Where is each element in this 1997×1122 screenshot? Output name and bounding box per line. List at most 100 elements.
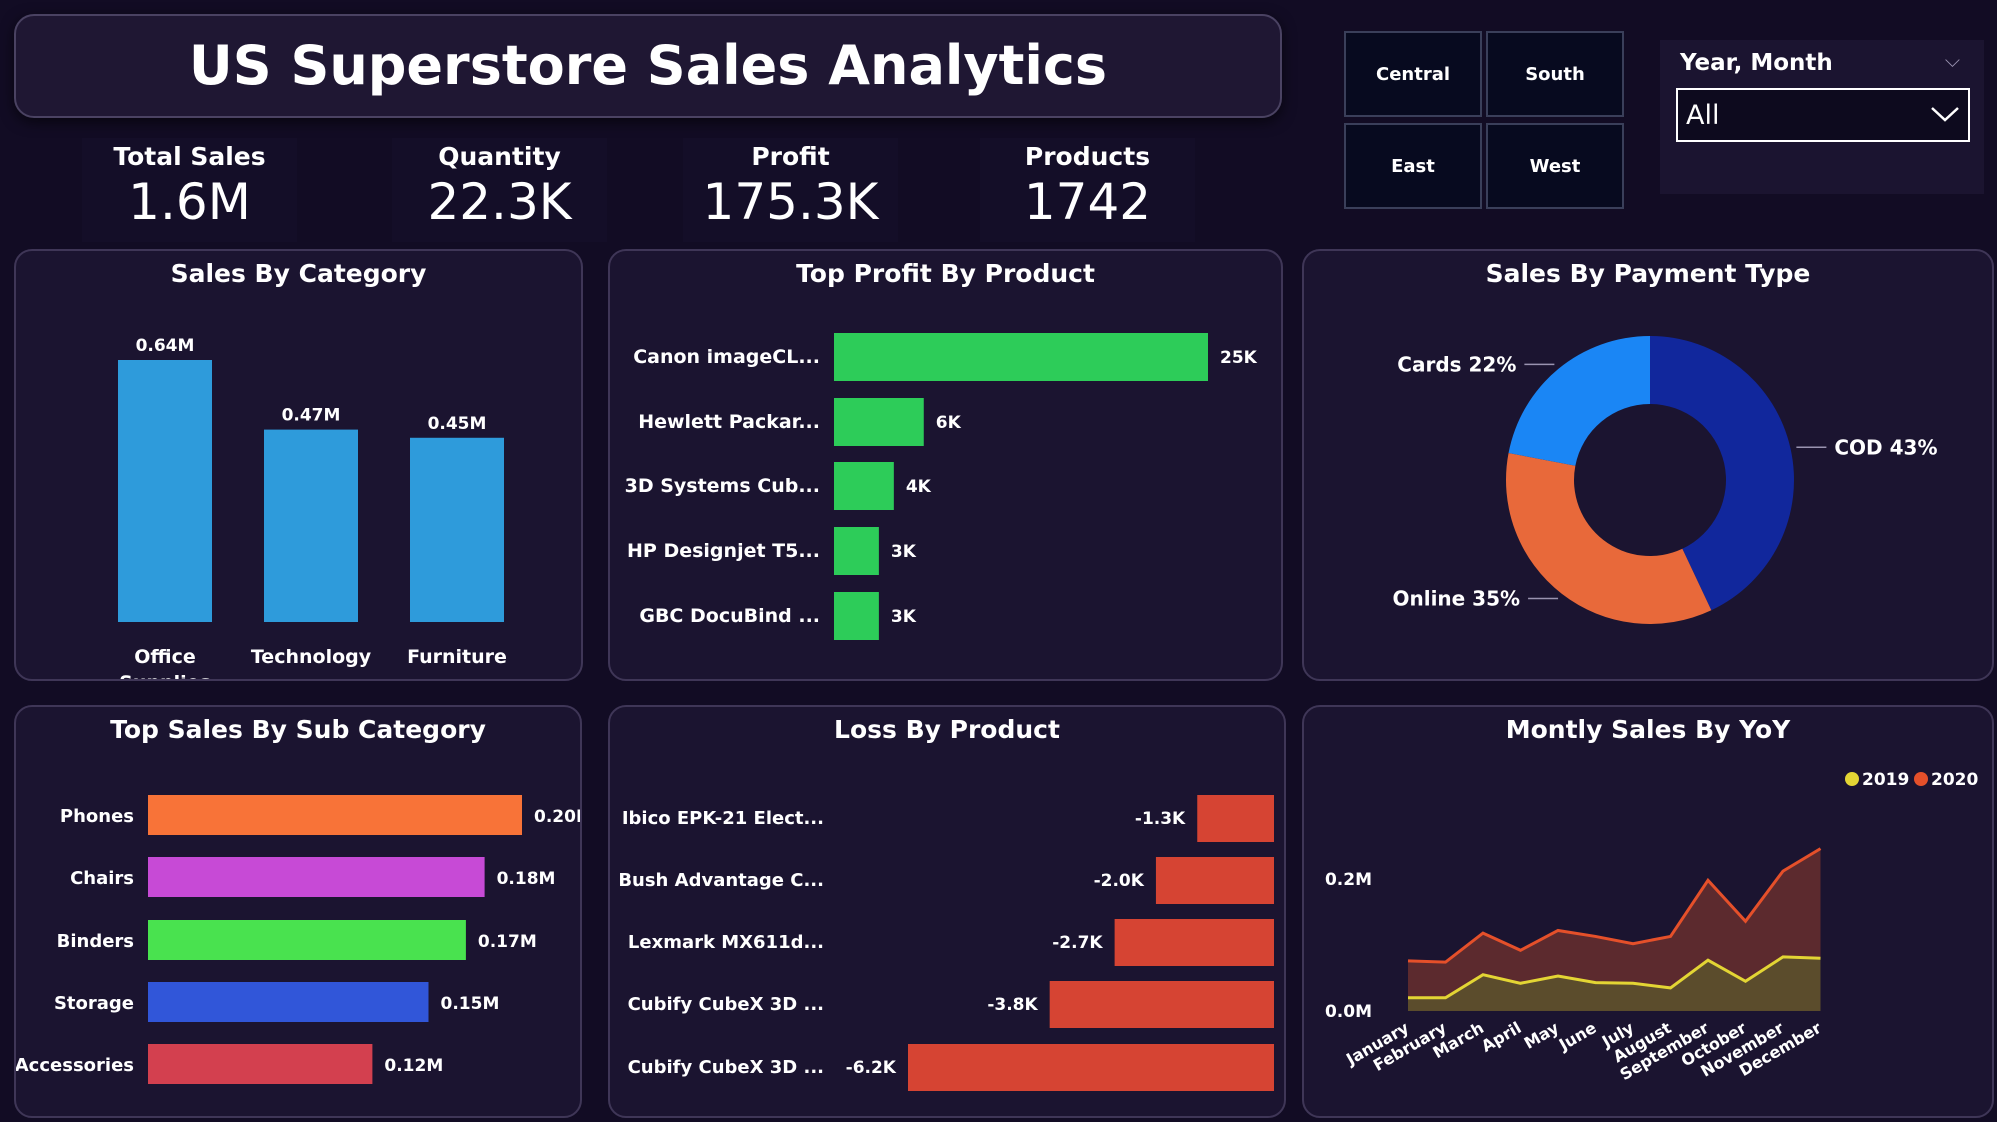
kpi-value: 22.3K: [427, 173, 572, 231]
sales-by-payment-type-panel: Sales By Payment Type COD 43% Online 35% C…: [1302, 249, 1994, 681]
category-axis-label: Technology: [251, 646, 372, 668]
dashboard-title-box: US Superstore Sales Analytics: [14, 14, 1282, 118]
bar-value-label: 0.64M: [136, 336, 195, 356]
slice-label: COD 43%: [1834, 435, 1937, 459]
x-axis-tick-label: April: [1478, 1018, 1524, 1056]
kpi-label: Quantity: [438, 142, 561, 171]
sales-by-payment-type-chart: COD 43% Online 35% Cards 22%: [1392, 336, 1938, 624]
profit-bar: [834, 333, 1208, 381]
bar-value-label: 3K: [891, 542, 917, 562]
region-button-south[interactable]: South: [1486, 31, 1624, 117]
bar-value-label: 0.15M: [441, 994, 500, 1014]
kpi-products: Products 1742: [980, 138, 1195, 242]
kpi-total-sales: Total Sales 1.6M: [82, 138, 297, 242]
x-axis-tick-label: June: [1555, 1018, 1600, 1055]
subcategory-bar: [148, 920, 466, 960]
product-label: Cubify CubeX 3D ...: [628, 994, 824, 1015]
bar-value-label: 0.45M: [428, 414, 487, 434]
dashboard-title: US Superstore Sales Analytics: [188, 34, 1108, 97]
legend-label-2020: 2020: [1931, 770, 1978, 790]
category-axis-label: Office: [134, 646, 196, 668]
loss-bar: [1197, 795, 1274, 842]
profit-bar: [834, 527, 879, 575]
bar-value-label: 6K: [936, 413, 962, 433]
subcategory-bar: [148, 1044, 373, 1084]
y-axis-tick-label: 0.2M: [1325, 870, 1372, 890]
legend-marker-2019: [1845, 772, 1859, 786]
bar-value-label: 25K: [1220, 348, 1258, 368]
year-month-slicer: Year, Month ⌵ All: [1660, 40, 1984, 194]
bar-value-label: -2.0K: [1094, 871, 1145, 891]
subcategory-bar: [148, 795, 522, 835]
kpi-label: Total Sales: [113, 142, 266, 171]
legend-marker-2020: [1914, 772, 1928, 786]
product-label: HP Designjet T5...: [627, 540, 820, 562]
top-profit-by-product-panel: Top Profit By Product Canon imageCL... 25…: [608, 249, 1283, 681]
category-axis-label: Furniture: [407, 646, 507, 668]
sales-by-category-panel: Sales By Category 0.64MOfficeSupplies0.4…: [14, 249, 583, 681]
slice-label: Online 35%: [1392, 587, 1520, 611]
bar-value-label: 0.17M: [478, 932, 537, 952]
subcategory-bar: [148, 982, 429, 1022]
category-bar: [118, 360, 212, 622]
bar-value-label: -1.3K: [1135, 809, 1186, 829]
product-label: Bush Advantage C...: [618, 870, 824, 891]
bar-value-label: 0.20M: [534, 807, 580, 827]
loss-by-product-chart: Ibico EPK-21 Elect... -1.3K Bush Advantage…: [618, 795, 1274, 1091]
product-label: Cubify CubeX 3D ...: [628, 1057, 824, 1078]
x-axis-tick-label: May: [1521, 1018, 1563, 1053]
y-axis-tick-label: 0.0M: [1325, 1002, 1372, 1022]
product-label: Ibico EPK-21 Elect...: [622, 808, 824, 829]
subcategory-label: Phones: [60, 806, 134, 827]
legend-label-2019: 2019: [1862, 770, 1909, 790]
chevron-down-icon[interactable]: ⌵: [1945, 48, 1960, 72]
kpi-quantity: Quantity 22.3K: [392, 138, 607, 242]
bar-value-label: 0.47M: [282, 406, 341, 426]
bar-value-label: -3.8K: [987, 995, 1038, 1015]
region-button-west[interactable]: West: [1486, 123, 1624, 209]
subcategory-label: Binders: [57, 931, 134, 952]
slicer-label: Year, Month: [1680, 50, 1833, 76]
sales-by-category-chart: 0.64M Office Supplies 0.47M Technology 0.45M F…: [118, 336, 507, 679]
bar-value-label: -6.2K: [846, 1058, 897, 1078]
region-button-east[interactable]: East: [1344, 123, 1482, 209]
category-bar: [410, 437, 504, 622]
kpi-label: Profit: [751, 142, 830, 171]
kpi-profit: Profit 175.3K: [683, 138, 898, 242]
loss-bar: [1049, 981, 1274, 1028]
product-label: Canon imageCL...: [633, 346, 820, 368]
region-button-central[interactable]: Central: [1344, 31, 1482, 117]
bar-value-label: 0.18M: [497, 869, 556, 889]
monthly-sales-yoy-panel: Montly Sales By YoY 0.0M 0.2M January Febru…: [1302, 705, 1994, 1118]
product-label: GBC DocuBind ...: [639, 605, 820, 627]
chevron-down-icon: [1931, 107, 1959, 122]
profit-bar: [834, 462, 894, 510]
profit-bar: [834, 592, 879, 640]
loss-by-product-panel: Loss By Product Ibico EPK-21 Elect... -1.…: [608, 705, 1286, 1118]
product-label: Hewlett Packar...: [638, 411, 820, 433]
kpi-value: 1742: [1023, 173, 1152, 231]
subcategory-label: Accessories: [16, 1055, 134, 1076]
category-axis-label: Supplies: [119, 672, 211, 679]
year-month-dropdown[interactable]: All: [1676, 88, 1970, 142]
bar-value-label: 4K: [906, 477, 932, 497]
top-profit-by-product-chart: Canon imageCL... 25K Hewlett Packar... 6K 3D…: [625, 333, 1258, 640]
product-label: Lexmark MX611d...: [628, 932, 824, 953]
bar-value-label: 3K: [891, 607, 917, 627]
subcategory-label: Storage: [54, 993, 134, 1014]
kpi-value: 175.3K: [702, 173, 879, 231]
donut-slice: [1508, 336, 1650, 466]
slice-label: Cards 22%: [1397, 352, 1516, 376]
category-bar: [264, 429, 358, 622]
profit-bar: [834, 398, 924, 446]
subcategory-label: Chairs: [70, 868, 134, 889]
top-sales-by-subcategory-panel: Top Sales By Sub Category Phones0.20MCha…: [14, 705, 582, 1118]
product-label: 3D Systems Cub...: [625, 475, 820, 497]
loss-bar: [1155, 857, 1274, 904]
loss-bar: [908, 1044, 1274, 1091]
kpi-label: Products: [1024, 142, 1151, 171]
loss-bar: [1114, 919, 1274, 966]
monthly-sales-yoy-chart: 0.0M0.2MJanuaryFebruaryMarchAprilMayJune…: [1325, 770, 1979, 1084]
bar-value-label: -2.7K: [1052, 933, 1103, 953]
kpi-value: 1.6M: [128, 173, 251, 231]
